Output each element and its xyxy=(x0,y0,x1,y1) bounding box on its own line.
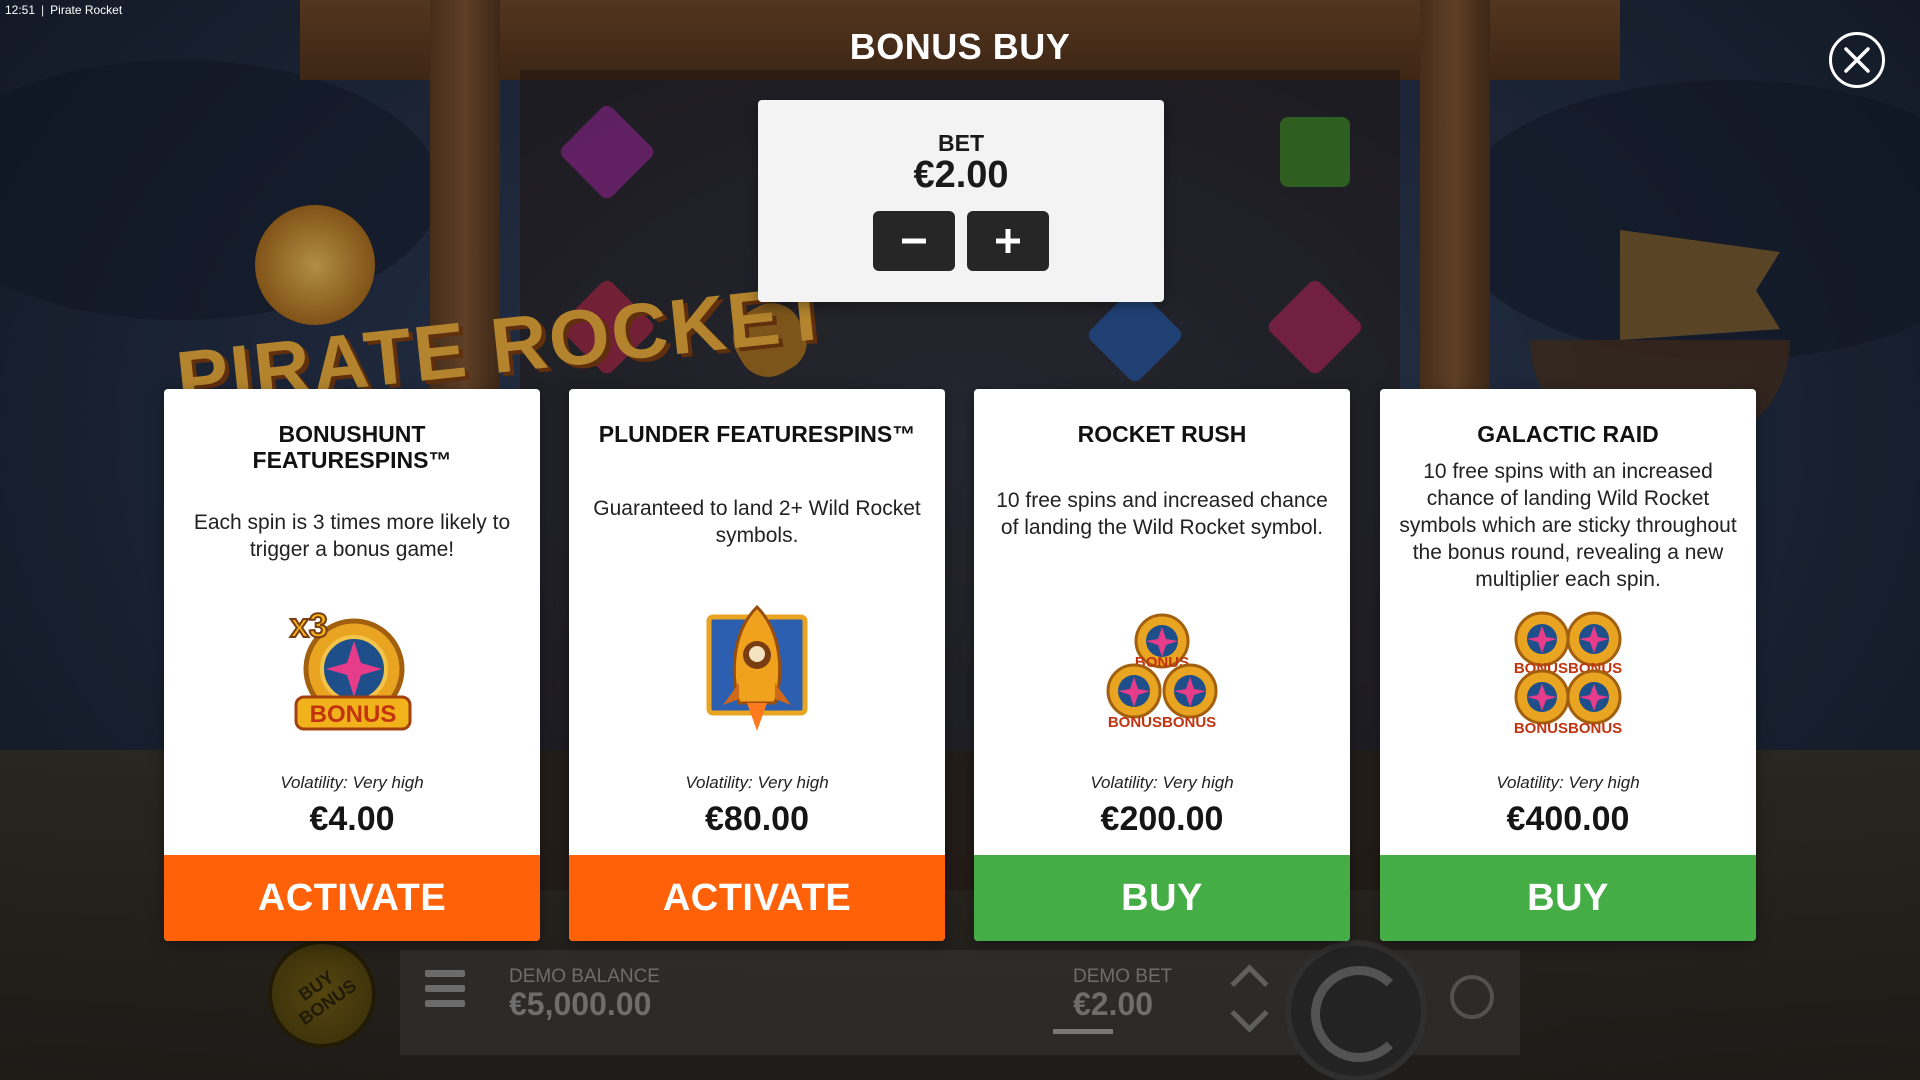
card-description: 10 free spins with an increased chance o… xyxy=(1399,460,1737,591)
title-separator: | xyxy=(41,3,45,17)
four-bonus-coins-icon: BONUSBONUS BONUSBONUS xyxy=(1514,611,1622,737)
card-volatility: Volatility: Very high xyxy=(1496,773,1640,792)
card-title: BONUSHUNT FEATURESPINS™ xyxy=(252,421,452,473)
close-button[interactable] xyxy=(1829,32,1885,88)
card-title: PLUNDER FEATURESPINS™ xyxy=(598,421,916,447)
card-title: GALACTIC RAID xyxy=(1477,421,1659,447)
card-price: €4.00 xyxy=(309,800,395,838)
wild-rocket-icon xyxy=(706,604,808,731)
plus-icon xyxy=(996,229,1020,253)
x3-bonus-icon: x3 BONUS xyxy=(289,606,412,731)
minus-icon xyxy=(902,238,926,244)
clock: 12:51 xyxy=(5,3,36,17)
bonus-card-plunder: PLUNDER FEATURESPINS™ Guaranteed to land… xyxy=(569,389,945,941)
bet-panel-value: €2.00 xyxy=(913,154,1009,196)
status-bar: 12:51 | Pirate Rocket xyxy=(0,0,122,20)
card-title: ROCKET RUSH xyxy=(1077,421,1247,447)
card-price: €80.00 xyxy=(705,800,809,838)
bonus-card-bonushunt: BONUSHUNT FEATURESPINS™ Each spin is 3 t… xyxy=(164,389,540,941)
activate-bonushunt-button[interactable]: ACTIVATE xyxy=(164,855,540,941)
bonus-card-galactic-raid: GALACTIC RAID 10 free spins with an incr… xyxy=(1380,389,1756,941)
activate-plunder-button[interactable]: ACTIVATE xyxy=(569,855,945,941)
svg-text:BONUSBONUS: BONUSBONUS xyxy=(1108,714,1216,731)
card-volatility: Volatility: Very high xyxy=(1090,773,1234,792)
increase-bet-button[interactable] xyxy=(967,211,1049,271)
buy-rocket-rush-button[interactable]: BUY xyxy=(974,855,1350,941)
card-price: €200.00 xyxy=(1100,800,1224,838)
bet-panel: BET €2.00 xyxy=(758,100,1164,302)
decrease-bet-button[interactable] xyxy=(873,211,955,271)
svg-text:x3: x3 xyxy=(290,607,328,645)
bet-panel-label: BET xyxy=(938,130,984,156)
svg-text:BONUS: BONUS xyxy=(310,701,397,728)
card-description: Each spin is 3 times more likely to trig… xyxy=(193,511,511,561)
modal-title: BONUS BUY xyxy=(849,26,1071,67)
bonus-options: BONUSHUNT FEATURESPINS™ Each spin is 3 t… xyxy=(164,389,1756,941)
bonus-card-rocket-rush: ROCKET RUSH 10 free spins and increased … xyxy=(974,389,1350,941)
app-title: Pirate Rocket xyxy=(50,3,123,17)
card-volatility: Volatility: Very high xyxy=(685,773,829,792)
three-bonus-coins-icon: BONUS BONUSBONUS xyxy=(1106,613,1218,731)
card-description: Guaranteed to land 2+ Wild Rocket symbol… xyxy=(593,497,921,547)
card-volatility: Volatility: Very high xyxy=(280,773,424,792)
card-price: €400.00 xyxy=(1506,800,1630,838)
close-icon xyxy=(1844,47,1870,73)
buy-galactic-raid-button[interactable]: BUY xyxy=(1380,855,1756,941)
svg-text:BONUSBONUS: BONUSBONUS xyxy=(1514,720,1622,737)
card-description: 10 free spins and increased chance of la… xyxy=(996,489,1328,539)
